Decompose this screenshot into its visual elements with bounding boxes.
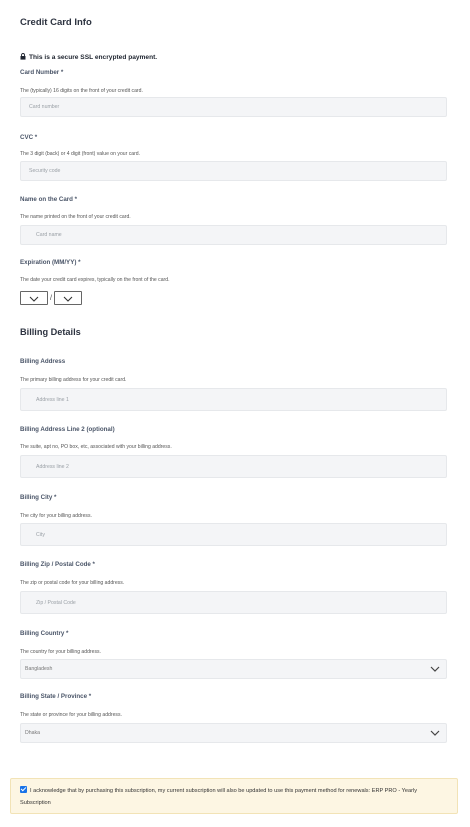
card-name-input[interactable]: Card name — [20, 225, 447, 245]
billing-address-placeholder: Address line 1 — [36, 396, 69, 403]
expiration-description: The date your credit card expires, typic… — [20, 277, 170, 283]
card-number-placeholder: Card number — [29, 104, 60, 110]
expiration-year-select[interactable] — [53, 289, 82, 307]
expiration-month-select[interactable] — [20, 291, 48, 305]
expiration-selects: / — [20, 291, 82, 305]
chevron-down-icon — [29, 289, 39, 307]
billing-zip-placeholder: Zip / Postal Code — [36, 599, 76, 606]
secure-note-text: This is a secure SSL encrypted payment. — [29, 54, 158, 61]
billing-address2-label: Billing Address Line 2 (optional) — [20, 426, 115, 433]
card-number-input[interactable]: Card number — [20, 97, 447, 117]
expiration-separator: / — [50, 294, 52, 302]
expiration-label: Expiration (MM/YY) * — [20, 259, 81, 266]
billing-address2-description: The suite, apt no, PO box, etc, associat… — [20, 444, 172, 450]
billing-city-description: The city for your billing address. — [20, 513, 92, 519]
billing-address2-placeholder: Address line 2 — [36, 463, 69, 470]
secure-payment-note: This is a secure SSL encrypted payment. — [20, 53, 157, 62]
cvc-description: The 3 digit (back) or 4 digit (front) va… — [20, 151, 141, 157]
billing-address-description: The primary billing address for your cre… — [20, 377, 127, 383]
card-number-description: The (typically) 16 digits on the front o… — [20, 88, 143, 94]
card-number-label: Card Number * — [20, 69, 64, 76]
cvc-label: CVC * — [20, 134, 38, 141]
billing-country-description: The country for your billing address. — [20, 649, 101, 655]
cvc-input[interactable]: Security code — [20, 161, 447, 181]
credit-card-section-title: Credit Card Info — [20, 17, 92, 28]
billing-zip-description: The zip or postal code for your billing … — [20, 580, 125, 586]
card-name-label: Name on the Card * — [20, 196, 78, 203]
card-name-description: The name printed on the front of your cr… — [20, 214, 131, 220]
billing-state-select[interactable]: Dhaka — [20, 723, 447, 743]
billing-zip-input[interactable]: Zip / Postal Code — [20, 591, 447, 614]
acknowledgement-text: I acknowledge that by purchasing this su… — [20, 788, 417, 806]
billing-country-select[interactable]: Bangladesh — [20, 659, 447, 679]
billing-state-description: The state or province for your billing a… — [20, 712, 122, 718]
billing-country-label: Billing Country * — [20, 630, 69, 637]
billing-section-title: Billing Details — [20, 327, 81, 337]
billing-country-value: Bangladesh — [25, 666, 53, 672]
subscription-acknowledgement: I acknowledge that by purchasing this su… — [10, 778, 458, 814]
acknowledge-checkbox[interactable] — [20, 786, 27, 794]
billing-zip-label: Billing Zip / Postal Code * — [20, 561, 95, 568]
cvc-placeholder: Security code — [29, 168, 61, 174]
chevron-down-icon — [430, 664, 440, 674]
billing-city-label: Billing City * — [20, 494, 57, 501]
billing-address-label: Billing Address — [20, 358, 66, 365]
card-name-placeholder: Card name — [36, 232, 62, 238]
billing-city-input[interactable]: City — [20, 523, 447, 546]
lock-icon — [20, 53, 26, 62]
billing-address-input[interactable]: Address line 1 — [20, 388, 447, 411]
chevron-down-icon — [430, 728, 440, 738]
billing-address2-input[interactable]: Address line 2 — [20, 455, 447, 478]
billing-state-value: Dhaka — [25, 730, 40, 736]
billing-city-placeholder: City — [36, 531, 45, 538]
billing-state-label: Billing State / Province * — [20, 693, 92, 700]
chevron-down-icon — [63, 289, 73, 307]
